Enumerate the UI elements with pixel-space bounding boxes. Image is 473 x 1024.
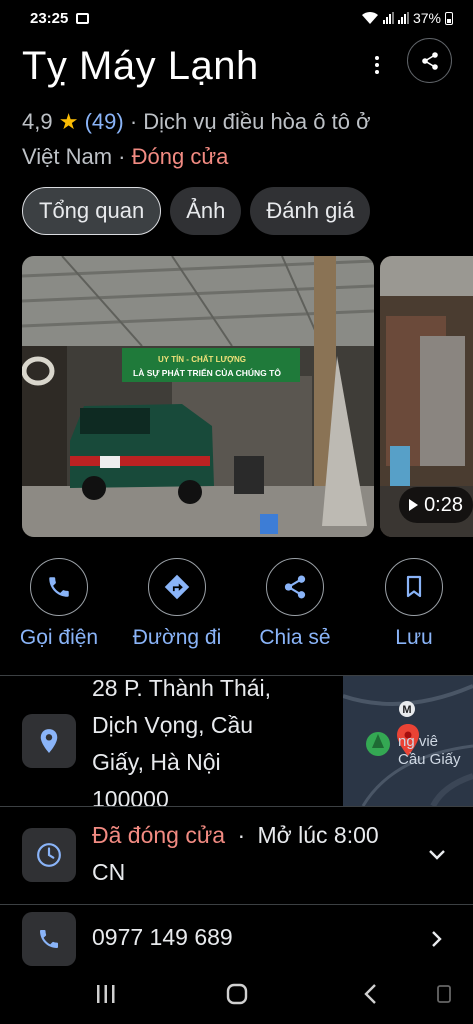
- hours-row[interactable]: Đã đóng cửa · Mở lúc 8:00 CN: [0, 807, 473, 904]
- phone-number: 0977 149 689: [92, 924, 233, 950]
- recent-apps-icon[interactable]: [95, 984, 117, 1004]
- place-subtitle: 4,9 ★ (49) · Dịch vụ điều hòa ô tô ở Việ…: [22, 104, 382, 174]
- status-time: 23:25: [30, 9, 69, 27]
- system-nav-bar: [0, 966, 473, 1024]
- review-count[interactable]: (49): [85, 109, 124, 134]
- clock-icon: [37, 843, 61, 867]
- more-options-icon[interactable]: [362, 50, 392, 80]
- share-label: Chia sẻ: [259, 626, 331, 649]
- battery-icon: [445, 11, 453, 25]
- play-icon: [409, 499, 419, 511]
- place-title: Tỵ Máy Lạnh: [22, 44, 259, 88]
- chevron-right-icon[interactable]: [431, 930, 443, 948]
- shop-sign-line2: LÀ SỰ PHÁT TRIỂN CỦA CHÚNG TÔ: [133, 367, 281, 378]
- phone-row[interactable]: 0977 149 689: [0, 905, 473, 966]
- signal-icon-1: [382, 12, 394, 24]
- video-thumbnail[interactable]: 0:28: [380, 256, 473, 537]
- status-right: 37%: [361, 10, 453, 26]
- location-icon-box: [22, 714, 76, 768]
- keyboard-toggle-icon[interactable]: [436, 984, 452, 1004]
- save-button[interactable]: Lưu: [355, 558, 473, 650]
- rating-value: 4,9: [22, 109, 53, 134]
- battery-percent: 37%: [412, 10, 441, 26]
- shop-sign-line1: UY TÍN - CHẤT LƯỢNG: [158, 354, 246, 364]
- phone-icon: [40, 930, 58, 948]
- hours-day: CN: [92, 859, 126, 885]
- map-label-1: ng viê: [398, 733, 438, 750]
- video-duration: 0:28: [424, 493, 463, 516]
- star-icon: ★: [58, 109, 79, 134]
- address-text: 28 P. Thành Thái, Dịch Vọng, Cầu Giấy, H…: [92, 670, 271, 818]
- photo-carousel[interactable]: UY TÍN - CHẤT LƯỢNG LÀ SỰ PHÁT TRIỂN CỦA…: [22, 256, 473, 537]
- directions-icon: [164, 574, 190, 600]
- share-icon: [284, 575, 306, 599]
- tab-reviews[interactable]: Đánh giá: [250, 187, 371, 235]
- image-notification-icon: [76, 12, 90, 24]
- directions-label: Đường đi: [132, 626, 222, 649]
- hours-separator: ·: [237, 822, 246, 848]
- signal-icon-2: [397, 12, 409, 24]
- call-button[interactable]: Gọi điện: [0, 558, 118, 650]
- open-status: Đóng cửa: [131, 144, 229, 169]
- share-icon: [421, 51, 438, 70]
- phone-icon-box: [22, 912, 76, 966]
- hours-status: Đã đóng cửa: [92, 822, 226, 848]
- home-icon[interactable]: [226, 983, 248, 1005]
- shop-photo[interactable]: UY TÍN - CHẤT LƯỢNG LÀ SỰ PHÁT TRIỂN CỦA…: [22, 256, 374, 537]
- share-action-button[interactable]: Chia sẻ: [236, 558, 354, 650]
- address-line3: Giấy, Hà Nội: [92, 749, 221, 775]
- tab-bar: Tổng quan Ảnh Đánh giá: [22, 187, 371, 235]
- clock-icon-box: [22, 828, 76, 882]
- wifi-icon: [361, 11, 378, 24]
- tab-photos[interactable]: Ảnh: [170, 187, 242, 235]
- action-bar: Gọi điện Đường đi Chia sẻ Lưu: [0, 558, 473, 658]
- address-line1: 28 P. Thành Thái,: [92, 675, 272, 701]
- map-marker-label: M: [402, 704, 411, 716]
- back-icon[interactable]: [362, 983, 378, 1005]
- share-button[interactable]: [407, 38, 452, 83]
- chevron-down-icon[interactable]: [428, 849, 446, 861]
- hours-text: Đã đóng cửa · Mở lúc 8:00 CN: [92, 817, 379, 891]
- map-label-2: Cầu Giấy: [398, 751, 461, 768]
- tab-overview[interactable]: Tổng quan: [22, 187, 162, 235]
- bookmark-icon: [406, 575, 422, 598]
- hours-opens: Mở lúc 8:00: [257, 822, 379, 848]
- directions-button[interactable]: Đường đi: [118, 558, 236, 650]
- video-duration-badge: 0:28: [399, 487, 473, 523]
- map-thumbnail[interactable]: M ng viê Cầu Giấy: [343, 676, 473, 806]
- address-line2: Dịch Vọng, Cầu: [92, 712, 254, 738]
- save-label: Lưu: [395, 626, 433, 649]
- status-bar: 23:25 37%: [0, 0, 473, 36]
- location-pin-icon: [40, 729, 58, 753]
- call-label: Gọi điện: [19, 626, 99, 649]
- phone-icon: [49, 577, 69, 597]
